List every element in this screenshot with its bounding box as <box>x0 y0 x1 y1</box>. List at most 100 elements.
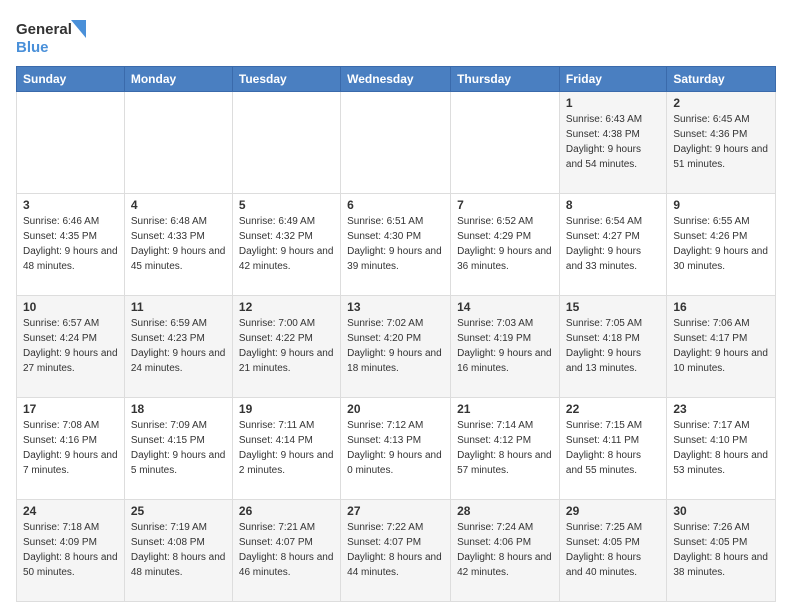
day-number: 14 <box>457 300 553 314</box>
day-info: Sunrise: 7:06 AMSunset: 4:17 PMDaylight:… <box>673 316 769 376</box>
day-cell: 26 Sunrise: 7:21 AMSunset: 4:07 PMDayligh… <box>232 500 340 602</box>
day-number: 25 <box>131 504 226 518</box>
weekday-header-thursday: Thursday <box>451 67 560 92</box>
day-number: 2 <box>673 96 769 110</box>
day-cell: 21 Sunrise: 7:14 AMSunset: 4:12 PMDayligh… <box>451 398 560 500</box>
week-row-3: 10 Sunrise: 6:57 AMSunset: 4:24 PMDayligh… <box>17 296 776 398</box>
day-info: Sunrise: 7:05 AMSunset: 4:18 PMDaylight:… <box>566 316 660 376</box>
day-cell: 15 Sunrise: 7:05 AMSunset: 4:18 PMDayligh… <box>559 296 666 398</box>
day-info: Sunrise: 6:57 AMSunset: 4:24 PMDaylight:… <box>23 316 118 376</box>
day-number: 4 <box>131 198 226 212</box>
day-number: 8 <box>566 198 660 212</box>
day-number: 10 <box>23 300 118 314</box>
day-cell: 24 Sunrise: 7:18 AMSunset: 4:09 PMDayligh… <box>17 500 125 602</box>
day-info: Sunrise: 7:24 AMSunset: 4:06 PMDaylight:… <box>457 520 553 580</box>
day-number: 26 <box>239 504 334 518</box>
day-cell: 9 Sunrise: 6:55 AMSunset: 4:26 PMDaylight… <box>667 194 776 296</box>
day-cell: 30Sunrise: 7:26 AMSunset: 4:05 PMDayligh… <box>667 500 776 602</box>
day-cell: 4 Sunrise: 6:48 AMSunset: 4:33 PMDaylight… <box>124 194 232 296</box>
svg-text:General: General <box>16 21 72 38</box>
day-info: Sunrise: 7:11 AMSunset: 4:14 PMDaylight:… <box>239 418 334 478</box>
day-cell: 10 Sunrise: 6:57 AMSunset: 4:24 PMDayligh… <box>17 296 125 398</box>
day-number: 24 <box>23 504 118 518</box>
week-row-2: 3Sunrise: 6:46 AMSunset: 4:35 PMDaylight… <box>17 194 776 296</box>
weekday-header-tuesday: Tuesday <box>232 67 340 92</box>
day-cell: 22Sunrise: 7:15 AMSunset: 4:11 PMDayligh… <box>559 398 666 500</box>
weekday-header-sunday: Sunday <box>17 67 125 92</box>
day-cell: 16 Sunrise: 7:06 AMSunset: 4:17 PMDayligh… <box>667 296 776 398</box>
week-row-5: 24 Sunrise: 7:18 AMSunset: 4:09 PMDayligh… <box>17 500 776 602</box>
day-info: Sunrise: 6:55 AMSunset: 4:26 PMDaylight:… <box>673 214 769 274</box>
day-number: 13 <box>347 300 444 314</box>
header: GeneralBlue <box>16 16 776 56</box>
svg-text:Blue: Blue <box>16 39 49 56</box>
weekday-header-friday: Friday <box>559 67 666 92</box>
day-info: Sunrise: 7:09 AMSunset: 4:15 PMDaylight:… <box>131 418 226 478</box>
day-number: 6 <box>347 198 444 212</box>
calendar: SundayMondayTuesdayWednesdayThursdayFrid… <box>16 66 776 602</box>
week-row-1: 1 Sunrise: 6:43 AMSunset: 4:38 PMDaylight… <box>17 92 776 194</box>
day-cell: 2 Sunrise: 6:45 AMSunset: 4:36 PMDaylight… <box>667 92 776 194</box>
day-number: 18 <box>131 402 226 416</box>
day-number: 12 <box>239 300 334 314</box>
day-number: 28 <box>457 504 553 518</box>
day-number: 1 <box>566 96 660 110</box>
day-cell: 5 Sunrise: 6:49 AMSunset: 4:32 PMDaylight… <box>232 194 340 296</box>
day-info: Sunrise: 7:18 AMSunset: 4:09 PMDaylight:… <box>23 520 118 580</box>
day-cell: 8Sunrise: 6:54 AMSunset: 4:27 PMDaylight… <box>559 194 666 296</box>
day-info: Sunrise: 7:17 AMSunset: 4:10 PMDaylight:… <box>673 418 769 478</box>
day-cell: 20 Sunrise: 7:12 AMSunset: 4:13 PMDayligh… <box>341 398 451 500</box>
day-info: Sunrise: 7:19 AMSunset: 4:08 PMDaylight:… <box>131 520 226 580</box>
day-cell: 27Sunrise: 7:22 AMSunset: 4:07 PMDayligh… <box>341 500 451 602</box>
day-cell: 12 Sunrise: 7:00 AMSunset: 4:22 PMDayligh… <box>232 296 340 398</box>
day-info: Sunrise: 7:03 AMSunset: 4:19 PMDaylight:… <box>457 316 553 376</box>
day-info: Sunrise: 7:26 AMSunset: 4:05 PMDaylight:… <box>673 520 769 580</box>
day-cell: 3Sunrise: 6:46 AMSunset: 4:35 PMDaylight… <box>17 194 125 296</box>
day-cell: 7 Sunrise: 6:52 AMSunset: 4:29 PMDaylight… <box>451 194 560 296</box>
day-info: Sunrise: 6:45 AMSunset: 4:36 PMDaylight:… <box>673 112 769 172</box>
day-info: Sunrise: 6:48 AMSunset: 4:33 PMDaylight:… <box>131 214 226 274</box>
day-cell: 13 Sunrise: 7:02 AMSunset: 4:20 PMDayligh… <box>341 296 451 398</box>
day-cell: 17Sunrise: 7:08 AMSunset: 4:16 PMDayligh… <box>17 398 125 500</box>
day-info: Sunrise: 7:22 AMSunset: 4:07 PMDaylight:… <box>347 520 444 580</box>
day-cell: 23Sunrise: 7:17 AMSunset: 4:10 PMDayligh… <box>667 398 776 500</box>
day-info: Sunrise: 6:51 AMSunset: 4:30 PMDaylight:… <box>347 214 444 274</box>
weekday-header-monday: Monday <box>124 67 232 92</box>
page: GeneralBlue SundayMondayTuesdayWednesday… <box>0 0 792 612</box>
day-info: Sunrise: 7:21 AMSunset: 4:07 PMDaylight:… <box>239 520 334 580</box>
day-number: 7 <box>457 198 553 212</box>
day-info: Sunrise: 6:49 AMSunset: 4:32 PMDaylight:… <box>239 214 334 274</box>
weekday-header-wednesday: Wednesday <box>341 67 451 92</box>
day-cell: 1 Sunrise: 6:43 AMSunset: 4:38 PMDaylight… <box>559 92 666 194</box>
logo-icon: GeneralBlue <box>16 16 96 56</box>
day-number: 29 <box>566 504 660 518</box>
day-cell: 19Sunrise: 7:11 AMSunset: 4:14 PMDayligh… <box>232 398 340 500</box>
day-info: Sunrise: 7:00 AMSunset: 4:22 PMDaylight:… <box>239 316 334 376</box>
day-number: 20 <box>347 402 444 416</box>
day-info: Sunrise: 6:43 AMSunset: 4:38 PMDaylight:… <box>566 112 660 172</box>
day-info: Sunrise: 7:15 AMSunset: 4:11 PMDaylight:… <box>566 418 660 478</box>
week-row-4: 17Sunrise: 7:08 AMSunset: 4:16 PMDayligh… <box>17 398 776 500</box>
day-cell: 25 Sunrise: 7:19 AMSunset: 4:08 PMDayligh… <box>124 500 232 602</box>
day-cell: 29Sunrise: 7:25 AMSunset: 4:05 PMDayligh… <box>559 500 666 602</box>
day-cell: 28 Sunrise: 7:24 AMSunset: 4:06 PMDayligh… <box>451 500 560 602</box>
logo: GeneralBlue <box>16 16 96 56</box>
day-number: 16 <box>673 300 769 314</box>
day-info: Sunrise: 7:14 AMSunset: 4:12 PMDaylight:… <box>457 418 553 478</box>
day-number: 9 <box>673 198 769 212</box>
day-cell <box>17 92 125 194</box>
day-info: Sunrise: 7:02 AMSunset: 4:20 PMDaylight:… <box>347 316 444 376</box>
day-number: 5 <box>239 198 334 212</box>
day-cell: 6 Sunrise: 6:51 AMSunset: 4:30 PMDaylight… <box>341 194 451 296</box>
day-info: Sunrise: 7:12 AMSunset: 4:13 PMDaylight:… <box>347 418 444 478</box>
day-number: 15 <box>566 300 660 314</box>
day-cell: 11Sunrise: 6:59 AMSunset: 4:23 PMDayligh… <box>124 296 232 398</box>
day-cell: 18 Sunrise: 7:09 AMSunset: 4:15 PMDayligh… <box>124 398 232 500</box>
day-cell <box>124 92 232 194</box>
day-info: Sunrise: 6:52 AMSunset: 4:29 PMDaylight:… <box>457 214 553 274</box>
day-number: 11 <box>131 300 226 314</box>
weekday-header-saturday: Saturday <box>667 67 776 92</box>
day-cell <box>451 92 560 194</box>
day-number: 21 <box>457 402 553 416</box>
weekday-header-row: SundayMondayTuesdayWednesdayThursdayFrid… <box>17 67 776 92</box>
